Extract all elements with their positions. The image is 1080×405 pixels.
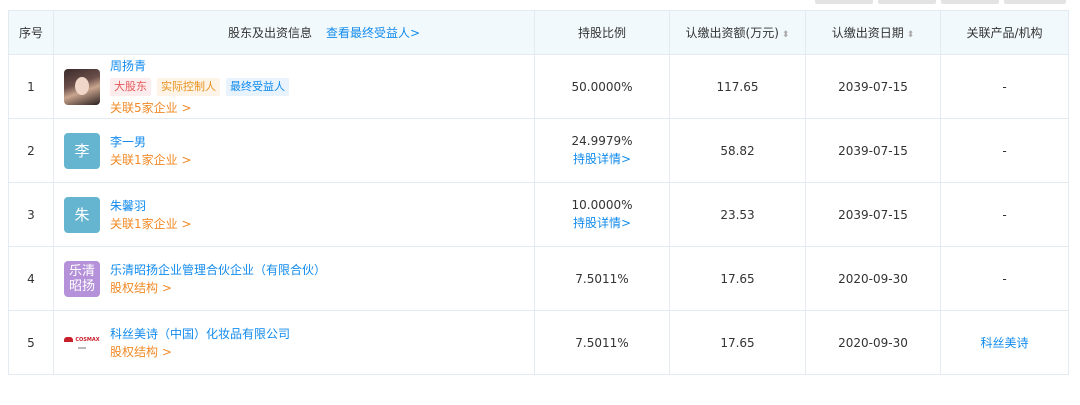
ratio-value: 24.9979%: [571, 134, 633, 148]
view-beneficiary-link[interactable]: 查看最终受益人>: [326, 26, 420, 40]
related-companies-link[interactable]: 关联5家企业 >: [110, 99, 289, 117]
shareholder-table: 序号 股东及出资信息 查看最终受益人> 持股比例 认缴出资额(万元) ⬍ 认缴出资日…: [8, 10, 1069, 375]
related-product-link[interactable]: 科丝美诗: [980, 336, 1028, 350]
avatar-text-line: 乐清: [68, 263, 95, 279]
holder-name-link[interactable]: 李一男: [110, 133, 192, 151]
header-ratio: 持股比例: [534, 10, 670, 55]
table-row: 4 乐清 昭扬 乐清昭扬企业管理合伙企业（有限合伙） 股权结构 > 7.5011…: [8, 246, 1069, 311]
holder-cell: 周扬青 大股东 实际控制人 最终受益人 关联5家企业 >: [53, 54, 535, 119]
avatar-initial[interactable]: 李: [64, 132, 100, 169]
top-button-fragment[interactable]: [941, 0, 999, 4]
ratio-value: 7.5011%: [575, 335, 629, 350]
date-cell: 2039-07-15: [805, 118, 941, 183]
header-holder-label: 股东及出资信息: [227, 26, 312, 40]
date-cell: 2020-09-30: [805, 246, 941, 311]
header-index: 序号: [8, 10, 54, 55]
amount-cell: 17.65: [669, 246, 806, 311]
related-cell: -: [940, 118, 1069, 183]
date-cell: 2020-09-30: [805, 310, 941, 375]
row-index: 5: [8, 310, 54, 375]
holding-detail-link[interactable]: 持股详情>: [535, 150, 669, 167]
header-amount[interactable]: 认缴出资额(万元) ⬍: [669, 10, 806, 55]
sort-icon[interactable]: ⬍: [782, 30, 790, 40]
header-date[interactable]: 认缴出资日期 ⬍: [805, 10, 941, 55]
company-logo-icon[interactable]: COSMAX: [64, 324, 100, 361]
amount-cell: 17.65: [669, 310, 806, 375]
related-value: -: [1002, 207, 1007, 222]
holder-cell: 乐清 昭扬 乐清昭扬企业管理合伙企业（有限合伙） 股权结构 >: [53, 246, 535, 311]
ratio-value: 50.0000%: [571, 79, 633, 94]
tag-major-shareholder: 大股东: [110, 77, 151, 96]
related-cell: -: [940, 182, 1069, 247]
sort-icon[interactable]: ⬍: [907, 30, 915, 40]
holder-cell: COSMAX 科丝美诗（中国）化妆品有限公司 股权结构 >: [53, 310, 535, 375]
ratio-cell: 7.5011%: [534, 246, 670, 311]
equity-structure-link[interactable]: 股权结构 >: [110, 279, 326, 297]
table-row: 5 COSMAX 科丝美诗（中国）化妆品有限公司 股权结构 > 7.5011% …: [8, 310, 1069, 375]
holder-name-link[interactable]: 周扬青: [110, 57, 289, 75]
table-row: 1 周扬青 大股东 实际控制人 最终受益人 关联5家企业 > 50.0000% …: [8, 54, 1069, 119]
header-date-label: 认缴出资日期: [831, 26, 904, 40]
table-row: 2 李 李一男 关联1家企业 > 24.9979% 持股详情> 58.82 20…: [8, 118, 1069, 183]
ratio-cell: 50.0000%: [534, 54, 670, 119]
ratio-cell: 24.9979% 持股详情>: [534, 118, 670, 183]
ratio-cell: 10.0000% 持股详情>: [534, 182, 670, 247]
ratio-cell: 7.5011%: [534, 310, 670, 375]
header-amount-label: 认缴出资额(万元): [685, 26, 779, 40]
header-holder: 股东及出资信息 查看最终受益人>: [53, 10, 535, 55]
related-value: -: [1002, 143, 1007, 158]
equity-structure-link[interactable]: 股权结构 >: [110, 343, 290, 361]
related-companies-link[interactable]: 关联1家企业 >: [110, 151, 192, 169]
holder-cell: 李 李一男 关联1家企业 >: [53, 118, 535, 183]
avatar-text-line: 昭扬: [68, 278, 95, 294]
table-row: 3 朱 朱馨羽 关联1家企业 > 10.0000% 持股详情> 23.53 20…: [8, 182, 1069, 247]
top-strip: [0, 0, 1080, 8]
amount-cell: 58.82: [669, 118, 806, 183]
date-cell: 2039-07-15: [805, 54, 941, 119]
related-cell: -: [940, 54, 1069, 119]
top-button-fragment[interactable]: [815, 0, 873, 4]
holder-name-link[interactable]: 科丝美诗（中国）化妆品有限公司: [110, 325, 290, 343]
amount-cell: 117.65: [669, 54, 806, 119]
related-companies-link[interactable]: 关联1家企业 >: [110, 215, 192, 233]
avatar-photo[interactable]: [64, 68, 100, 105]
table-header-row: 序号 股东及出资信息 查看最终受益人> 持股比例 认缴出资额(万元) ⬍ 认缴出资日…: [8, 10, 1069, 55]
holder-name-link[interactable]: 乐清昭扬企业管理合伙企业（有限合伙）: [110, 261, 326, 279]
top-button-fragment[interactable]: [1004, 0, 1066, 4]
ratio-value: 7.5011%: [575, 271, 629, 286]
related-value: -: [1002, 79, 1007, 94]
holder-cell: 朱 朱馨羽 关联1家企业 >: [53, 182, 535, 247]
row-index: 2: [8, 118, 54, 183]
row-index: 3: [8, 182, 54, 247]
ratio-value: 10.0000%: [571, 198, 633, 212]
tag-ultimate-beneficiary: 最终受益人: [226, 77, 289, 96]
tag-actual-controller: 实际控制人: [157, 77, 220, 96]
date-cell: 2039-07-15: [805, 182, 941, 247]
row-index: 1: [8, 54, 54, 119]
holder-tags: 大股东 实际控制人 最终受益人: [110, 77, 289, 96]
logo-text: COSMAX: [75, 336, 100, 343]
holder-name-link[interactable]: 朱馨羽: [110, 197, 192, 215]
related-cell: 科丝美诗: [940, 310, 1069, 375]
related-value: -: [1002, 271, 1007, 286]
header-related: 关联产品/机构: [940, 10, 1069, 55]
holding-detail-link[interactable]: 持股详情>: [535, 214, 669, 231]
row-index: 4: [8, 246, 54, 311]
top-button-fragment[interactable]: [878, 0, 936, 4]
avatar-initial[interactable]: 乐清 昭扬: [64, 260, 100, 297]
avatar-initial[interactable]: 朱: [64, 196, 100, 233]
related-cell: -: [940, 246, 1069, 311]
amount-cell: 23.53: [669, 182, 806, 247]
